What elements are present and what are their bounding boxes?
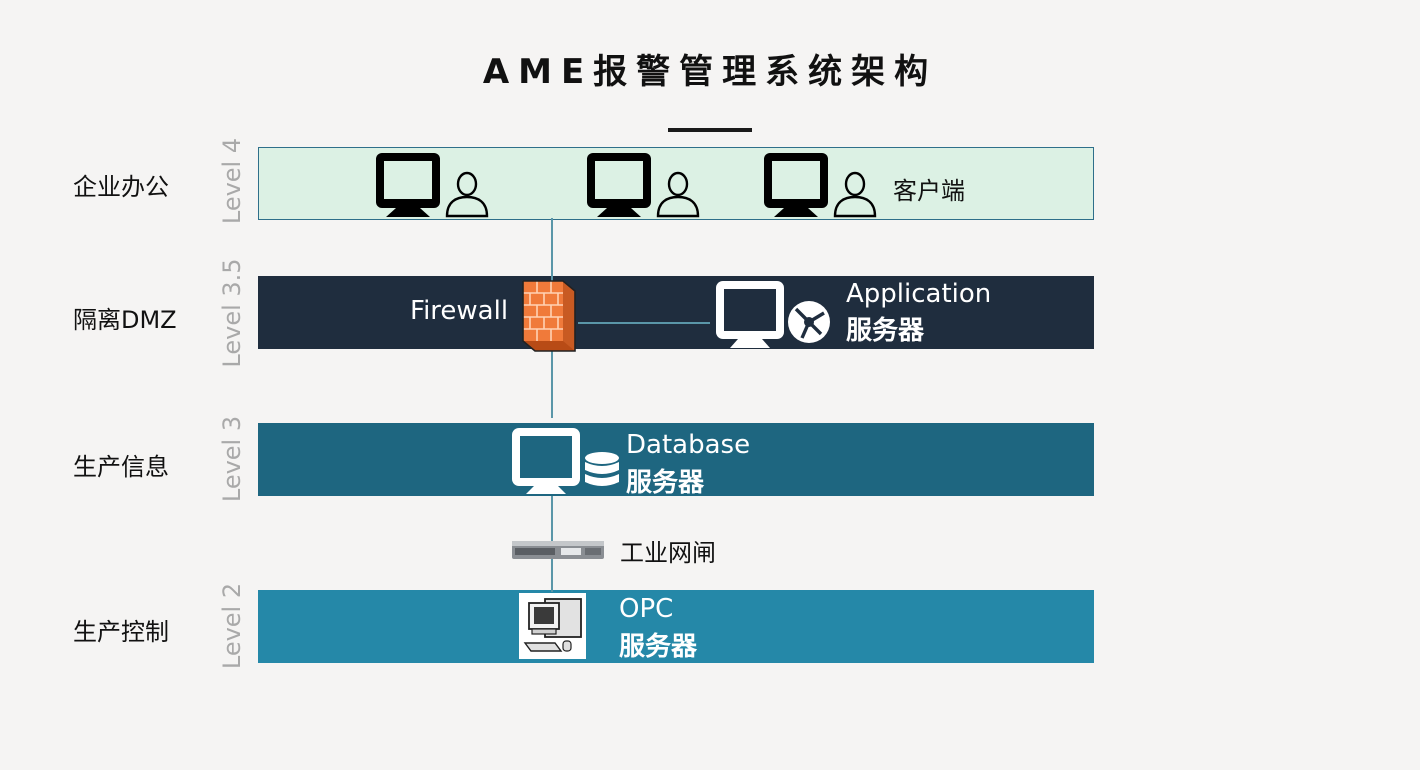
opc-role: 服务器: [619, 632, 698, 662]
row-label-production-info: 生产信息: [73, 453, 169, 481]
gateway-device-icon: [512, 541, 604, 559]
monitor-icon: [512, 428, 580, 494]
client-workstation-3: [764, 153, 877, 218]
opc-name: OPC: [619, 594, 674, 624]
user-icon: [833, 171, 877, 218]
database-server-icon: [512, 428, 619, 494]
network-globe-icon: [788, 301, 830, 343]
monitor-icon: [764, 153, 828, 217]
gateway-label: 工业网闸: [620, 539, 716, 567]
pc-workstation-icon: [519, 593, 586, 659]
client-workstation-2: [587, 153, 700, 218]
level-label-3-5: Level 3.5: [218, 258, 246, 368]
diagram-title: AME报警管理系统架构: [482, 52, 938, 92]
connector-firewall-app: [578, 322, 710, 324]
database-name: Database: [626, 430, 751, 460]
row-label-production-control: 生产控制: [73, 618, 169, 646]
firewall-label: Firewall: [410, 296, 509, 326]
level-label-3: Level 3: [218, 415, 246, 503]
title-underline: [668, 128, 752, 132]
row-label-enterprise: 企业办公: [73, 173, 169, 201]
row-label-dmz: 隔离DMZ: [73, 306, 177, 334]
monitor-icon: [587, 153, 651, 217]
database-role: 服务器: [626, 468, 705, 498]
client-label: 客户端: [893, 177, 965, 205]
application-role: 服务器: [846, 316, 925, 346]
application-server-icon: [716, 281, 830, 348]
client-workstation-1: [376, 153, 489, 218]
user-icon: [445, 171, 489, 218]
user-icon: [656, 171, 700, 218]
monitor-icon: [716, 281, 784, 348]
level-label-2: Level 2: [218, 582, 246, 670]
database-icon: [585, 452, 619, 486]
firewall-icon: [522, 280, 576, 352]
application-name: Application: [846, 279, 992, 309]
monitor-icon: [376, 153, 440, 217]
